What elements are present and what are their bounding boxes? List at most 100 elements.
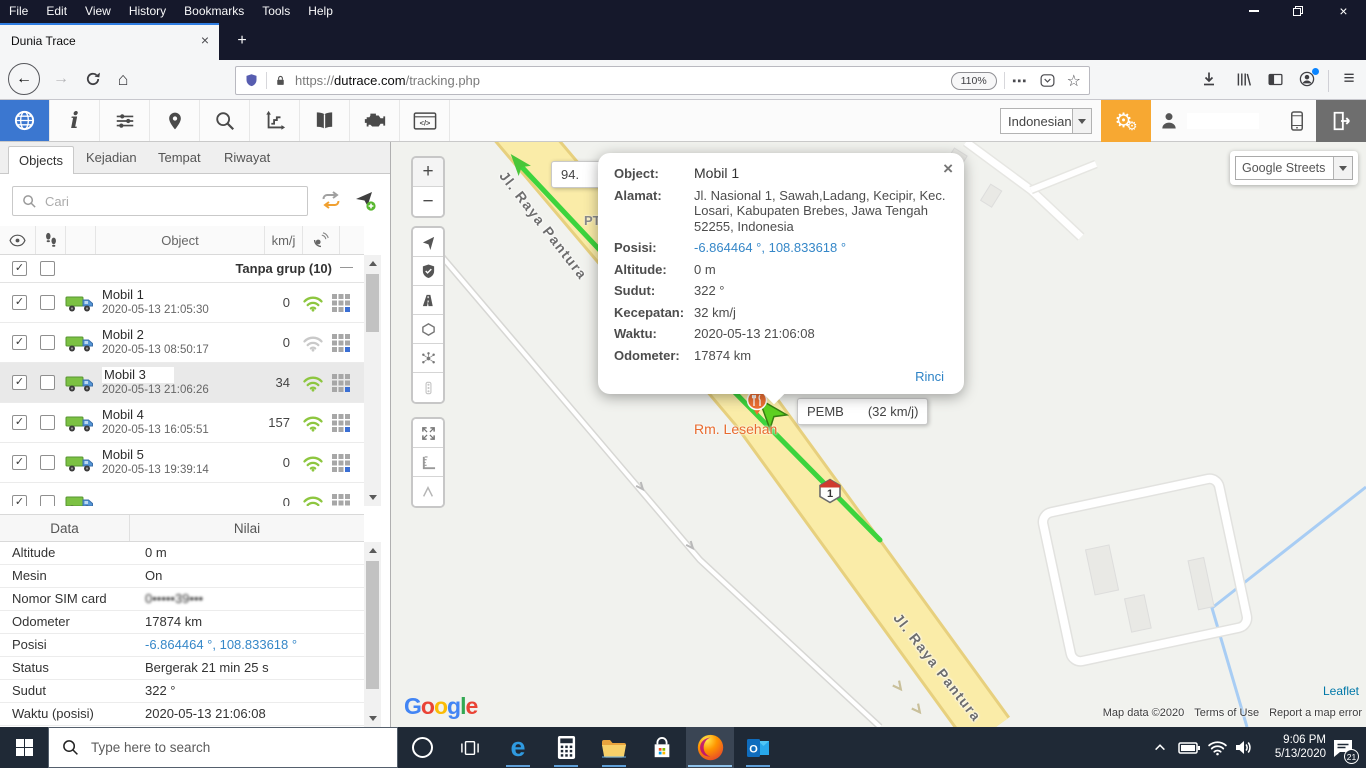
col-object-label[interactable]: Object — [96, 226, 265, 254]
logout-button[interactable] — [1316, 100, 1366, 142]
taskbar-clock[interactable]: 9:06 PM 5/13/2020 — [1260, 733, 1326, 761]
scroll-down-button[interactable] — [364, 710, 381, 727]
visibility-checkbox[interactable]: ✓ — [12, 375, 27, 390]
visibility-checkbox[interactable]: ✓ — [12, 295, 27, 310]
object-search-input[interactable] — [43, 193, 297, 210]
window-restore-button[interactable] — [1276, 0, 1321, 22]
wifi-tray-icon[interactable] — [1207, 738, 1228, 756]
zoom-level-badge[interactable]: 110% — [951, 72, 997, 90]
follow-checkbox[interactable] — [40, 495, 55, 506]
volume-tray-icon[interactable] — [1234, 738, 1254, 756]
object-list-scrollbar[interactable] — [364, 255, 381, 506]
menu-tools[interactable]: Tools — [253, 0, 299, 22]
toolbar-places-button[interactable] — [150, 100, 200, 141]
user-account-button[interactable] — [1153, 100, 1275, 142]
settings-button[interactable]: ⚙ ⚙ — [1101, 100, 1151, 142]
measure-button[interactable] — [413, 448, 443, 477]
zoom-out-button[interactable]: − — [413, 187, 443, 216]
main-menu-button[interactable]: ≡ — [1336, 66, 1362, 92]
visibility-checkbox[interactable]: ✓ — [12, 415, 27, 430]
detail-value-position-link[interactable]: -6.864464 °, 108.833618 ° — [145, 637, 297, 652]
group-visibility-checkbox[interactable]: ✓ — [12, 261, 27, 276]
group-follow-checkbox[interactable] — [40, 261, 55, 276]
menu-history[interactable]: History — [120, 0, 175, 22]
row-menu-icon[interactable] — [332, 494, 351, 506]
menu-bookmarks[interactable]: Bookmarks — [175, 0, 253, 22]
col-visibility[interactable] — [0, 226, 36, 254]
terms-link[interactable]: Terms of Use — [1194, 707, 1259, 719]
object-row-mobil-3-selected[interactable]: ✓ Mobil 3 2020-05-13 21:06:26 34 — [0, 363, 364, 403]
taskbar-search-input[interactable] — [89, 739, 353, 756]
toolbar-logbook-button[interactable] — [300, 100, 350, 141]
scroll-up-button[interactable] — [364, 542, 381, 559]
home-button[interactable]: ⌂ — [110, 66, 136, 92]
start-button[interactable] — [0, 727, 48, 768]
forward-button[interactable]: → — [48, 66, 74, 92]
file-explorer-taskbar-button[interactable] — [590, 727, 638, 768]
col-follow[interactable] — [36, 226, 66, 254]
menu-file[interactable]: File — [0, 0, 37, 22]
edge-taskbar-button[interactable]: e — [494, 727, 542, 768]
toolbar-search-button[interactable] — [200, 100, 250, 141]
row-menu-icon[interactable] — [332, 334, 351, 353]
menu-edit[interactable]: Edit — [37, 0, 76, 22]
account-button[interactable] — [1294, 66, 1320, 92]
scroll-up-button[interactable] — [364, 255, 381, 272]
tab-kejadian[interactable]: Kejadian — [86, 142, 137, 174]
add-object-button[interactable] — [352, 188, 380, 214]
new-tab-button[interactable]: + — [227, 30, 257, 54]
tab-riwayat[interactable]: Riwayat — [224, 142, 270, 174]
object-row-mobil-2[interactable]: ✓ Mobil 2 2020-05-13 08:50:17 0 — [0, 323, 364, 363]
tab-objects[interactable]: Objects — [8, 146, 74, 174]
toolbar-map-button[interactable] — [0, 100, 50, 141]
leaflet-attribution-link[interactable]: Leaflet — [1323, 684, 1359, 698]
tray-expand-button[interactable] — [1152, 740, 1168, 754]
taskbar-search-box[interactable] — [48, 727, 398, 768]
details-scrollbar[interactable] — [364, 542, 381, 727]
collapse-group-icon[interactable]: — — [340, 259, 353, 274]
toolbar-dtc-button[interactable] — [350, 100, 400, 141]
popup-detail-link[interactable]: Rinci — [614, 369, 946, 384]
bearing-button[interactable] — [413, 477, 443, 506]
toolbar-reports-button[interactable] — [250, 100, 300, 141]
google-logo[interactable]: Google — [404, 693, 477, 720]
pocket-icon[interactable] — [1039, 72, 1056, 89]
mobile-app-button[interactable] — [1278, 100, 1316, 142]
restaurant-poi-label[interactable]: Rm. Lesehan — [694, 421, 777, 437]
object-row-mobil-4[interactable]: ✓ Mobil 4 2020-05-13 16:05:51 157 — [0, 403, 364, 443]
menu-view[interactable]: View — [76, 0, 120, 22]
follow-checkbox[interactable] — [40, 295, 55, 310]
reload-button[interactable] — [80, 66, 106, 92]
group-row[interactable]: ✓ Tanpa grup (10) — — [0, 255, 364, 283]
geofence-button[interactable] — [413, 257, 443, 286]
firefox-taskbar-button-active[interactable] — [686, 727, 734, 768]
polygon-button[interactable] — [413, 315, 443, 344]
routes-button[interactable] — [413, 286, 443, 315]
map-area[interactable]: Jl. Raya Pantura Jl. Raya Pantura 94. PT… — [391, 142, 1366, 727]
tab-close-icon[interactable]: × — [196, 32, 214, 48]
window-minimize-button[interactable] — [1231, 0, 1276, 22]
reload-objects-button[interactable] — [318, 188, 346, 214]
row-menu-icon[interactable] — [332, 294, 351, 313]
visibility-checkbox[interactable]: ✓ — [12, 455, 27, 470]
store-taskbar-button[interactable] — [638, 727, 686, 768]
follow-checkbox[interactable] — [40, 375, 55, 390]
object-search-box[interactable] — [12, 186, 308, 216]
calculator-taskbar-button[interactable] — [542, 727, 590, 768]
row-menu-icon[interactable] — [332, 454, 351, 473]
toolbar-info-button[interactable]: i — [50, 100, 100, 141]
scroll-down-button[interactable] — [364, 489, 381, 506]
window-close-button[interactable]: × — [1321, 0, 1366, 22]
outlook-taskbar-button[interactable]: O — [734, 727, 782, 768]
task-view-button[interactable] — [446, 727, 494, 768]
col-connection[interactable] — [303, 226, 340, 254]
url-bar[interactable]: https://dutrace.com/tracking.php 110% ⋯ … — [235, 66, 1090, 95]
page-actions-icon[interactable]: ⋯ — [1012, 72, 1027, 90]
lock-icon[interactable] — [274, 73, 287, 88]
col-speed-label[interactable]: km/j — [265, 226, 303, 254]
report-error-link[interactable]: Report a map error — [1269, 707, 1362, 719]
follow-checkbox[interactable] — [40, 415, 55, 430]
scrollbar-thumb[interactable] — [366, 561, 379, 689]
follow-vehicle-button[interactable] — [413, 228, 443, 257]
map-layer-select[interactable]: Google Streets — [1235, 156, 1353, 180]
